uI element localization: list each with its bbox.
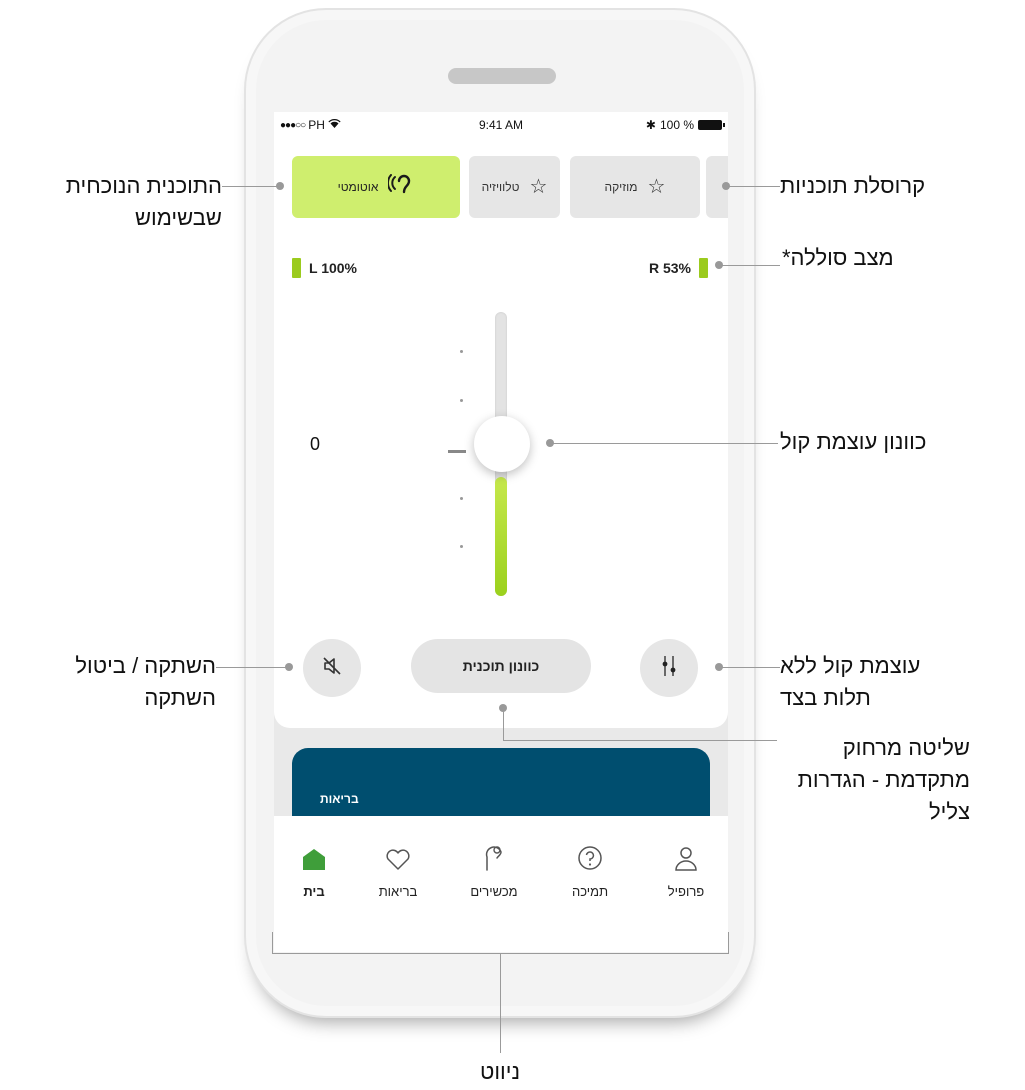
- nav-label: פרופיל: [667, 884, 705, 899]
- remote-control-card: ●●●○○ PH 9:41 AM ✱ 100 % אוטומטי טלוויזי…: [274, 112, 728, 728]
- annotation-leader: [222, 186, 280, 187]
- annotation-battery: מצב סוללה*: [782, 245, 894, 270]
- annotation-leader: [550, 443, 778, 444]
- hearing-aid-icon: [387, 174, 414, 200]
- nav-label: בריאות: [378, 884, 418, 899]
- annotation-dot: [715, 663, 723, 671]
- annotation-leader: [720, 265, 780, 266]
- program-label: אוטומטי: [337, 180, 379, 194]
- battery-left-icon: [292, 258, 301, 278]
- nav-label: תמיכה: [571, 884, 609, 899]
- help-icon: [577, 845, 603, 874]
- nav-label: מכשירים: [470, 884, 518, 899]
- annotation-current-program-line2: שבשימוש: [134, 205, 222, 230]
- speaker-mute-icon: [322, 656, 342, 681]
- annotation-mute-line1: השתקה / ביטול: [75, 653, 216, 678]
- annotation-leader: [503, 740, 777, 741]
- star-icon: ☆: [647, 176, 666, 198]
- status-bar: ●●●○○ PH 9:41 AM ✱ 100 %: [274, 112, 728, 138]
- bluetooth-icon: ✱: [645, 118, 656, 132]
- battery-right-label: R 53%: [648, 260, 691, 276]
- app-screen: ●●●○○ PH 9:41 AM ✱ 100 % אוטומטי טלוויזי…: [274, 112, 728, 952]
- star-icon: ☆: [529, 176, 548, 198]
- battery-status: L 100% R 53%: [274, 258, 728, 280]
- annotation-leader: [720, 667, 780, 668]
- nav-profile[interactable]: פרופיל: [646, 844, 726, 899]
- bottom-navigation: בית בריאות מכשירים תמיכה פרופיל: [274, 816, 728, 952]
- hearing-device-icon: [483, 843, 505, 874]
- annotation-mute-line2: השתקה: [144, 685, 216, 710]
- volume-tick: [460, 545, 463, 548]
- annotation-dot: [546, 439, 554, 447]
- nav-home[interactable]: בית: [274, 844, 354, 899]
- nav-label: בית: [303, 884, 325, 899]
- battery-right-icon: [699, 258, 708, 278]
- health-card-title: בריאות: [320, 792, 359, 806]
- annotation-current-program-line1: התוכנית הנוכחית: [65, 173, 222, 198]
- phone-speaker: [448, 68, 556, 84]
- program-label: מוזיקה: [604, 180, 638, 194]
- annotation-dot: [715, 261, 723, 269]
- independent-volume-button[interactable]: [640, 639, 698, 697]
- annotation-independent-line2: תלות בצד: [780, 685, 871, 710]
- program-carousel[interactable]: אוטומטי טלוויזיה ☆ מוזיקה ☆: [274, 156, 728, 218]
- nav-devices[interactable]: מכשירים: [454, 844, 534, 899]
- annotation-leader: [726, 186, 780, 187]
- annotation-dot: [285, 663, 293, 671]
- navigation-bracket: [272, 932, 273, 954]
- annotation-remote-control: שליטה מרחוק מתקדמת - הגדרות צליל: [740, 732, 970, 828]
- profile-icon: [674, 845, 698, 874]
- annotation-independent-volume: עוצמת קול ללא תלות בצד: [780, 650, 970, 714]
- annotation-remote-line3: צליל: [928, 799, 970, 824]
- phone-battery-icon: [698, 120, 725, 130]
- heart-icon: [385, 849, 411, 874]
- annotation-leader: [503, 708, 504, 740]
- nav-support[interactable]: תמיכה: [550, 844, 630, 899]
- annotation-current-program: התוכנית הנוכחית שבשימוש: [20, 170, 222, 234]
- annotation-remote-line1: שליטה מרחוק: [842, 735, 970, 760]
- program-label: טלוויזיה: [481, 180, 520, 194]
- annotation-mute: השתקה / ביטול השתקה: [20, 650, 216, 714]
- annotation-volume: כוונון עוצמת קול: [780, 429, 927, 454]
- annotation-leader: [216, 667, 288, 668]
- volume-tick: [460, 399, 463, 402]
- program-music[interactable]: מוזיקה ☆: [570, 156, 700, 218]
- sliders-icon: [661, 655, 677, 682]
- volume-tick: [460, 350, 463, 353]
- annotation-independent-line1: עוצמת קול ללא: [780, 653, 921, 678]
- annotation-navigation: ניווט: [479, 1059, 521, 1084]
- mute-button[interactable]: [303, 639, 361, 697]
- annotation-dot: [276, 182, 284, 190]
- navigation-bracket: [500, 953, 501, 1053]
- annotation-remote-line2: מתקדמת - הגדרות: [797, 767, 970, 792]
- nav-health[interactable]: בריאות: [358, 844, 438, 899]
- volume-value: 0: [310, 434, 321, 454]
- volume-slider-thumb[interactable]: [474, 416, 530, 472]
- battery-left-label: L 100%: [309, 260, 357, 276]
- program-tv[interactable]: טלוויזיה ☆: [469, 156, 560, 218]
- home-icon: [301, 847, 327, 874]
- program-tuning-button[interactable]: כוונון תוכנית: [411, 639, 591, 693]
- battery-percent: 100 %: [659, 118, 694, 132]
- annotation-dot: [722, 182, 730, 190]
- volume-zero-mark: [448, 450, 466, 453]
- volume-slider-fill: [495, 477, 507, 596]
- annotation-carousel: קרוסלת תוכניות: [780, 173, 926, 198]
- program-automatic[interactable]: אוטומטי: [292, 156, 460, 218]
- volume-tick: [460, 497, 463, 500]
- navigation-bracket: [728, 932, 729, 954]
